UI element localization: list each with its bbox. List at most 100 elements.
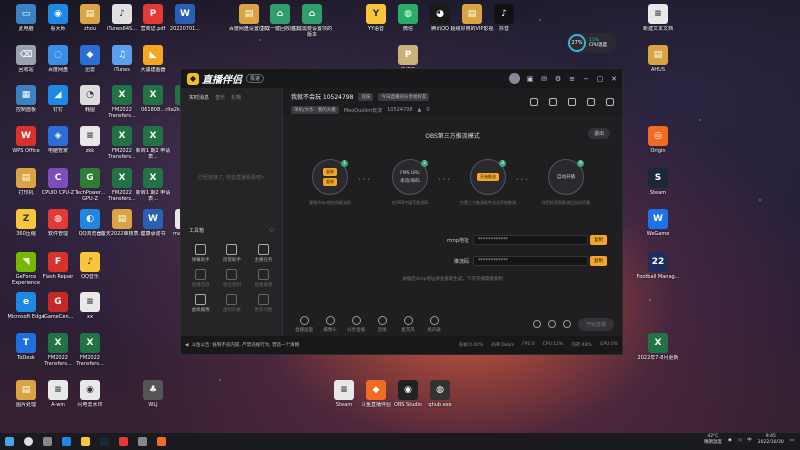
desktop-icon-image: ◉ <box>398 380 418 400</box>
tool-label: 主播任务 <box>254 258 273 263</box>
desktop-icon[interactable]: ◣ 大疆建图器 <box>133 45 173 73</box>
tool-item[interactable]: 主播任务 <box>248 244 279 263</box>
desktop-icon[interactable]: ⌂ 生成需要设置项的版本 <box>292 4 332 38</box>
tool-item[interactable]: 房管助手 <box>216 244 247 263</box>
desktop-icon[interactable]: ◉ 闪电去水印 <box>70 380 110 408</box>
copy-key-button[interactable]: 复制 <box>590 256 607 266</box>
desktop-icon[interactable]: 22 Football Manag... <box>636 252 680 280</box>
key-field[interactable]: ************ <box>473 256 588 266</box>
rtmp-field[interactable]: ************ <box>473 235 588 245</box>
bottom-item-label: 直播画面 <box>295 327 313 333</box>
bell-icon[interactable] <box>587 98 595 106</box>
bottom-item[interactable]: 摄像头 <box>317 315 343 333</box>
desktop-icon[interactable]: ≡ xx <box>70 292 110 320</box>
bottom-item[interactable]: 连线 <box>369 315 395 333</box>
desktop-icon[interactable]: ◎ Origin <box>638 126 678 154</box>
message-icon[interactable]: ✉ <box>540 75 548 83</box>
tool-item[interactable]: 直播录像 <box>248 269 279 288</box>
desktop-icon-image: ◍ <box>398 4 418 24</box>
desktop-icon[interactable]: W 20220701... <box>165 4 205 32</box>
bottom-item[interactable]: 麦克风 <box>395 315 421 333</box>
obs-step-desc: 在OBS中填写推流码 <box>391 200 429 205</box>
desktop-icon[interactable]: W WeGame <box>638 209 678 237</box>
info-icon[interactable] <box>568 98 576 106</box>
gear-icon[interactable] <box>562 320 571 328</box>
desktop-icon[interactable]: ♣ WLJ <box>133 380 173 408</box>
desktop-icon[interactable]: X FM2022 Transfers... <box>70 333 110 367</box>
desktop-icon[interactable]: ◍ qhub.exe <box>420 380 460 408</box>
status-bar: ◀ 斗鱼公告: 抵制不良内容, 严禁违规行为, 营造一个清朗 丢帧:0.00% 码… <box>181 336 622 354</box>
start-icon[interactable] <box>5 437 14 446</box>
gift-icon[interactable]: ▣ <box>526 75 534 83</box>
obs-step-button[interactable]: 复制 <box>323 168 337 176</box>
copy-rtmp-button[interactable]: 复制 <box>590 235 607 245</box>
bottom-item[interactable]: 扬声器 <box>421 315 447 333</box>
desktop-icon[interactable]: ♪ 抖音 <box>484 4 524 32</box>
edge-icon[interactable] <box>62 437 71 446</box>
tool-item[interactable]: 虚拟摄像 <box>185 294 216 313</box>
user-avatar[interactable] <box>509 73 520 84</box>
search-icon[interactable] <box>24 437 33 446</box>
home-icon[interactable] <box>530 98 538 106</box>
tool-item[interactable]: 弹幕助手 <box>185 244 216 263</box>
obs-step-button[interactable]: 复制 <box>323 178 337 186</box>
toolbox-settings-icon[interactable]: ◌ <box>270 227 274 234</box>
app-logo: ◆ 直播伴侣 极速 <box>187 71 265 86</box>
notice-text[interactable]: 斗鱼公告: 抵制不良内容, 严禁违规行为, 营造一个清朗 <box>191 342 299 348</box>
steam-icon[interactable] <box>100 437 109 446</box>
room-title[interactable]: 我就不会玩 10524798 <box>291 92 353 101</box>
desktop-icon-image: Z <box>16 209 36 229</box>
room-tag[interactable]: 竞技 <box>358 92 374 101</box>
explorer-icon[interactable] <box>81 437 90 446</box>
eye-icon[interactable] <box>547 320 556 328</box>
desktop-icon[interactable]: S Steam <box>638 168 678 196</box>
desktop-icon-label: Football Manag... <box>636 274 680 280</box>
room-info-bar: 我就不会玩 10524798 竞技 今日直播间分享给好友 单机/大作 · 我的大… <box>283 88 622 116</box>
obs-mode-title: OBS第三方推流模式 <box>425 133 480 140</box>
app-icon[interactable] <box>119 437 128 446</box>
bottom-item[interactable]: 分享直播 <box>343 315 369 333</box>
obs-icon[interactable] <box>138 437 147 446</box>
exit-button[interactable]: 退出 <box>587 128 610 139</box>
share-icon[interactable] <box>606 98 614 106</box>
close-icon[interactable]: ✕ <box>610 75 618 83</box>
desktop-icon[interactable]: ▤ AHUS <box>638 45 678 73</box>
share-tag[interactable]: 今日直播间分享给好友 <box>378 92 430 101</box>
obs-step-button[interactable]: 开始推流 <box>477 173 499 181</box>
desktop-icon-image: ♪ <box>494 4 514 24</box>
tool-item[interactable]: 虚拟形象 <box>216 294 247 313</box>
tool-item[interactable]: 更多功能 <box>248 294 279 313</box>
menu-icon[interactable]: ≡ <box>568 75 576 83</box>
desktop-icon-image: ▤ <box>648 45 668 65</box>
cpu-widget[interactable]: 27% 11% CPU温度 <box>567 33 617 53</box>
desktop-icon-image: X <box>143 126 163 146</box>
tool-item[interactable]: 粉丝福利 <box>216 269 247 288</box>
settings-icon[interactable]: ⚙ <box>554 75 562 83</box>
clock[interactable]: 9:45 2022/10/30 <box>758 434 784 446</box>
lang-indicator[interactable]: 中 <box>747 437 752 443</box>
maximize-icon[interactable]: ▢ <box>596 75 604 83</box>
tab-messages[interactable]: 实时消息 <box>189 94 209 101</box>
taskview-icon[interactable] <box>43 437 52 446</box>
desktop-icon[interactable]: X 新转1 期2 申请表... <box>133 126 173 160</box>
douyu-icon[interactable] <box>157 437 166 446</box>
version-badge[interactable]: 极速 <box>246 74 265 83</box>
weather[interactable]: 42°C 晴朗温度 <box>704 434 722 446</box>
notification-icon[interactable]: ▭ <box>790 438 794 443</box>
tool-item[interactable]: 直播回放 <box>185 269 216 288</box>
start-live-button[interactable]: 开始直播 <box>577 317 614 331</box>
tab-gifts[interactable]: 礼物 <box>231 94 241 101</box>
gift-box-icon[interactable] <box>549 98 557 106</box>
desktop-icon[interactable]: X 新转1 期2 申请表... <box>133 168 173 202</box>
tab-music[interactable]: 音乐 <box>215 94 225 101</box>
desktop-icon[interactable]: X 2022年7-8月更新 <box>638 333 678 361</box>
room-category[interactable]: 单机/大作 · 我的大模 <box>291 106 339 114</box>
minimize-icon[interactable]: − <box>582 75 590 83</box>
desktop-icon[interactable]: ≡ 新建文本文档 <box>638 4 678 32</box>
network-icon[interactable]: ◉ <box>728 438 732 443</box>
camera-icon[interactable] <box>532 320 541 328</box>
bottom-item[interactable]: 直播画面 <box>291 315 317 333</box>
desktop-icon[interactable]: ♪ QQ音乐 <box>70 252 110 280</box>
desktop-icon-image: ◔ <box>80 85 100 105</box>
volume-icon[interactable]: ◁ <box>738 438 741 443</box>
